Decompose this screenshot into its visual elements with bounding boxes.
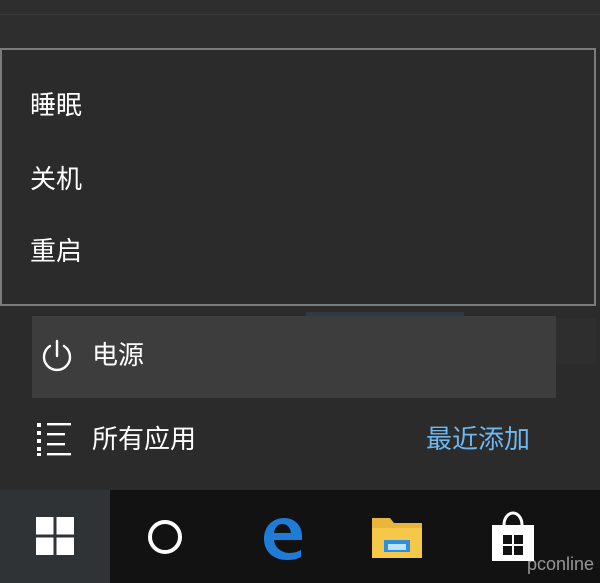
- background-start-panel: [0, 0, 600, 48]
- cortana-button[interactable]: [110, 490, 220, 583]
- start-button[interactable]: [0, 490, 110, 583]
- windows-logo-icon: [36, 517, 74, 555]
- all-apps-list-icon: [37, 423, 71, 456]
- folder-icon: [372, 517, 422, 558]
- power-label: 电源: [92, 341, 145, 371]
- power-icon: [42, 339, 72, 372]
- cortana-ring-icon: [148, 519, 182, 554]
- file-explorer-button[interactable]: [342, 490, 452, 583]
- recently-added-link[interactable]: 最近添加: [426, 420, 530, 460]
- menu-item-restart[interactable]: 重启: [30, 232, 82, 272]
- watermark-logo: pconline: [526, 554, 594, 574]
- background-divider: [0, 14, 600, 15]
- all-apps-button[interactable]: 所有应用: [92, 420, 196, 460]
- power-flyout-menu: 睡眠 关机 重启: [0, 48, 596, 306]
- power-button[interactable]: 电源: [32, 316, 556, 398]
- taskbar: [0, 490, 600, 583]
- menu-item-sleep[interactable]: 睡眠: [30, 86, 82, 126]
- edge-icon: [264, 517, 302, 560]
- menu-item-shutdown[interactable]: 关机: [30, 160, 82, 200]
- edge-taskbar-button[interactable]: [226, 490, 336, 583]
